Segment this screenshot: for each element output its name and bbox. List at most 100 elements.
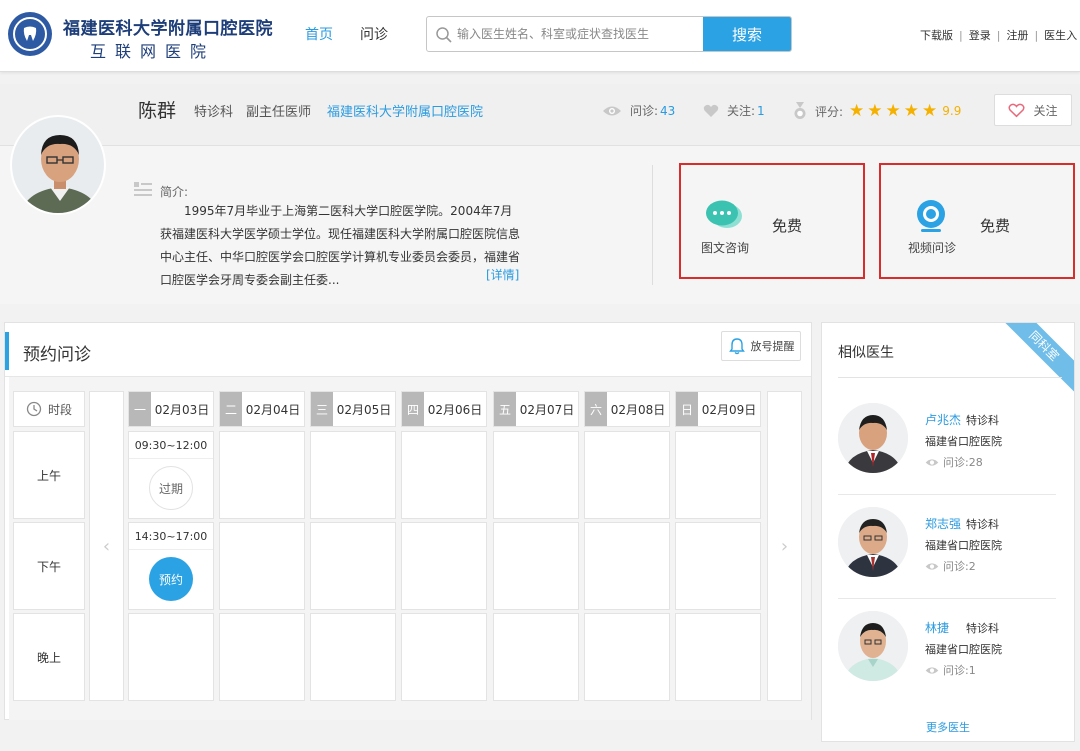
weekday-label: 六 <box>585 392 607 426</box>
day-header-wed: 三 02月05日 <box>310 391 396 427</box>
similar-doctor-views: 问诊: 2 <box>925 558 976 574</box>
webcam-icon <box>917 200 945 232</box>
expired-badge: 过期 <box>149 466 193 510</box>
prev-week-button[interactable]: ‹ <box>89 391 124 701</box>
search-input[interactable] <box>457 17 705 51</box>
top-links: 下载版 | 登录 | 注册 | 医生入 <box>920 27 1077 43</box>
doctor-portrait <box>838 611 908 681</box>
slot-empty <box>310 431 396 519</box>
similar-doctor-hospital: 福建省口腔医院 <box>925 435 1002 448</box>
similar-doctor-card[interactable]: 林捷 特诊科 福建省口腔医院 问诊: 1 <box>838 599 1062 703</box>
slot-empty <box>675 613 761 701</box>
brand-subtitle: 互联网医院 <box>90 42 216 61</box>
doctor-department: 特诊科 <box>194 105 234 120</box>
similar-doctor-name: 卢兆杰 <box>925 413 962 427</box>
weekday-label: 三 <box>311 392 333 426</box>
more-doctors-link[interactable]: 更多医生 <box>822 719 1074 735</box>
medal-icon <box>794 102 806 119</box>
similar-doctor-dept: 特诊科 <box>966 414 999 427</box>
similar-doctor-avatar <box>838 507 908 577</box>
similar-doctor-card[interactable]: 卢兆杰 特诊科 福建省口腔医院 问诊: 28 <box>838 391 1062 495</box>
slot-empty <box>584 613 670 701</box>
similar-doctor-hospital: 福建省口腔医院 <box>925 539 1002 552</box>
slot-empty <box>128 613 214 701</box>
follow-button-label: 关注 <box>1033 103 1058 118</box>
download-link[interactable]: 下载版 <box>920 29 953 42</box>
doctor-hospital-link[interactable]: 福建医科大学附属口腔医院 <box>327 101 483 120</box>
intro-text: 1995年7月毕业于上海第二医科大学口腔医学院。2004年7月获福建医科大学医学… <box>160 204 521 287</box>
book-button[interactable]: 预约 <box>149 557 193 601</box>
views-count: 28 <box>968 455 983 469</box>
chevron-right-icon: › <box>780 535 789 557</box>
chevron-left-icon: ‹ <box>102 535 111 557</box>
heart-icon <box>703 104 719 117</box>
date-label: 02月04日 <box>245 402 301 417</box>
slot-empty <box>675 522 761 610</box>
star-icon: ★ <box>849 101 865 121</box>
text-consult-service[interactable]: 图文咨询 免费 <box>679 163 865 279</box>
eye-icon <box>925 562 939 570</box>
day-header-sun: 日 02月09日 <box>675 391 761 427</box>
similar-doctor-card[interactable]: 郑志强 特诊科 福建省口腔医院 问诊: 2 <box>838 495 1062 599</box>
follow-stat: 关注: 1 <box>703 102 765 119</box>
hospital-logo[interactable] <box>8 12 52 56</box>
views-label: 问诊: <box>943 664 969 677</box>
similar-doctor-dept: 特诊科 <box>966 622 999 635</box>
release-reminder-button[interactable]: 放号提醒 <box>721 331 801 361</box>
weekday-label: 一 <box>129 392 151 426</box>
divider <box>838 377 1062 378</box>
consult-count: 43 <box>660 103 676 118</box>
time-slot-header-label: 时段 <box>47 402 72 417</box>
brand-name[interactable]: 福建医科大学附属口腔医院 <box>63 14 273 39</box>
period-evening: 晚上 <box>13 613 85 701</box>
nav-consult[interactable]: 问诊 <box>360 24 388 44</box>
day-header-tue: 二 02月04日 <box>219 391 305 427</box>
slot-time: 14:30~17:00 <box>129 523 213 550</box>
date-label: 02月08日 <box>610 402 666 417</box>
views-label: 问诊: <box>943 560 969 573</box>
login-link[interactable]: 登录 <box>969 29 991 42</box>
similar-doctor-name: 郑志强 <box>925 517 962 531</box>
doctor-portrait <box>12 117 104 213</box>
slot-empty <box>675 431 761 519</box>
eye-icon <box>925 666 939 674</box>
date-label: 02月09日 <box>701 402 757 417</box>
date-label: 02月07日 <box>519 402 575 417</box>
chat-bubble-icon <box>706 200 742 228</box>
star-icon: ★ <box>903 101 920 121</box>
weekday-label: 五 <box>494 392 516 426</box>
tooth-icon <box>23 26 37 41</box>
release-reminder-label: 放号提醒 <box>750 340 795 353</box>
detail-link[interactable]: [详情] <box>486 266 519 283</box>
video-consult-label: 视频问诊 <box>908 241 957 255</box>
time-slot-header: 时段 <box>13 391 85 427</box>
slot-empty <box>219 613 305 701</box>
nav-home[interactable]: 首页 <box>305 24 333 44</box>
register-link[interactable]: 注册 <box>1006 29 1028 42</box>
star-icon: ★ <box>867 101 883 121</box>
date-label: 02月05日 <box>336 402 392 417</box>
day-header-sat: 六 02月08日 <box>584 391 670 427</box>
clock-icon <box>26 401 42 417</box>
video-consult-service[interactable]: 视频问诊 免费 <box>879 163 1075 279</box>
doctor-entry-link[interactable]: 医生入 <box>1044 29 1077 42</box>
appointment-header: 预约问诊 放号提醒 <box>5 323 811 377</box>
eye-icon <box>603 106 621 115</box>
weekday-label: 日 <box>676 392 698 426</box>
weekday-label: 四 <box>402 392 424 426</box>
profile-card-icon <box>134 182 152 196</box>
similar-doctors-title: 相似医生 <box>838 345 894 361</box>
similar-doctor-name: 林捷 <box>925 621 950 635</box>
doctor-avatar <box>10 115 106 215</box>
follow-button[interactable]: 关注 <box>994 94 1072 126</box>
search-button[interactable]: 搜索 <box>703 17 791 51</box>
slot-empty <box>584 431 670 519</box>
similar-doctor-dept: 特诊科 <box>966 518 999 531</box>
day-header-thu: 四 02月06日 <box>401 391 487 427</box>
next-week-button[interactable]: › <box>767 391 802 701</box>
slot-empty <box>493 613 579 701</box>
slot-empty <box>584 522 670 610</box>
search-box: 搜索 <box>426 16 792 52</box>
appointment-title: 预约问诊 <box>23 345 91 365</box>
rating-score: 9.9 <box>942 104 962 118</box>
